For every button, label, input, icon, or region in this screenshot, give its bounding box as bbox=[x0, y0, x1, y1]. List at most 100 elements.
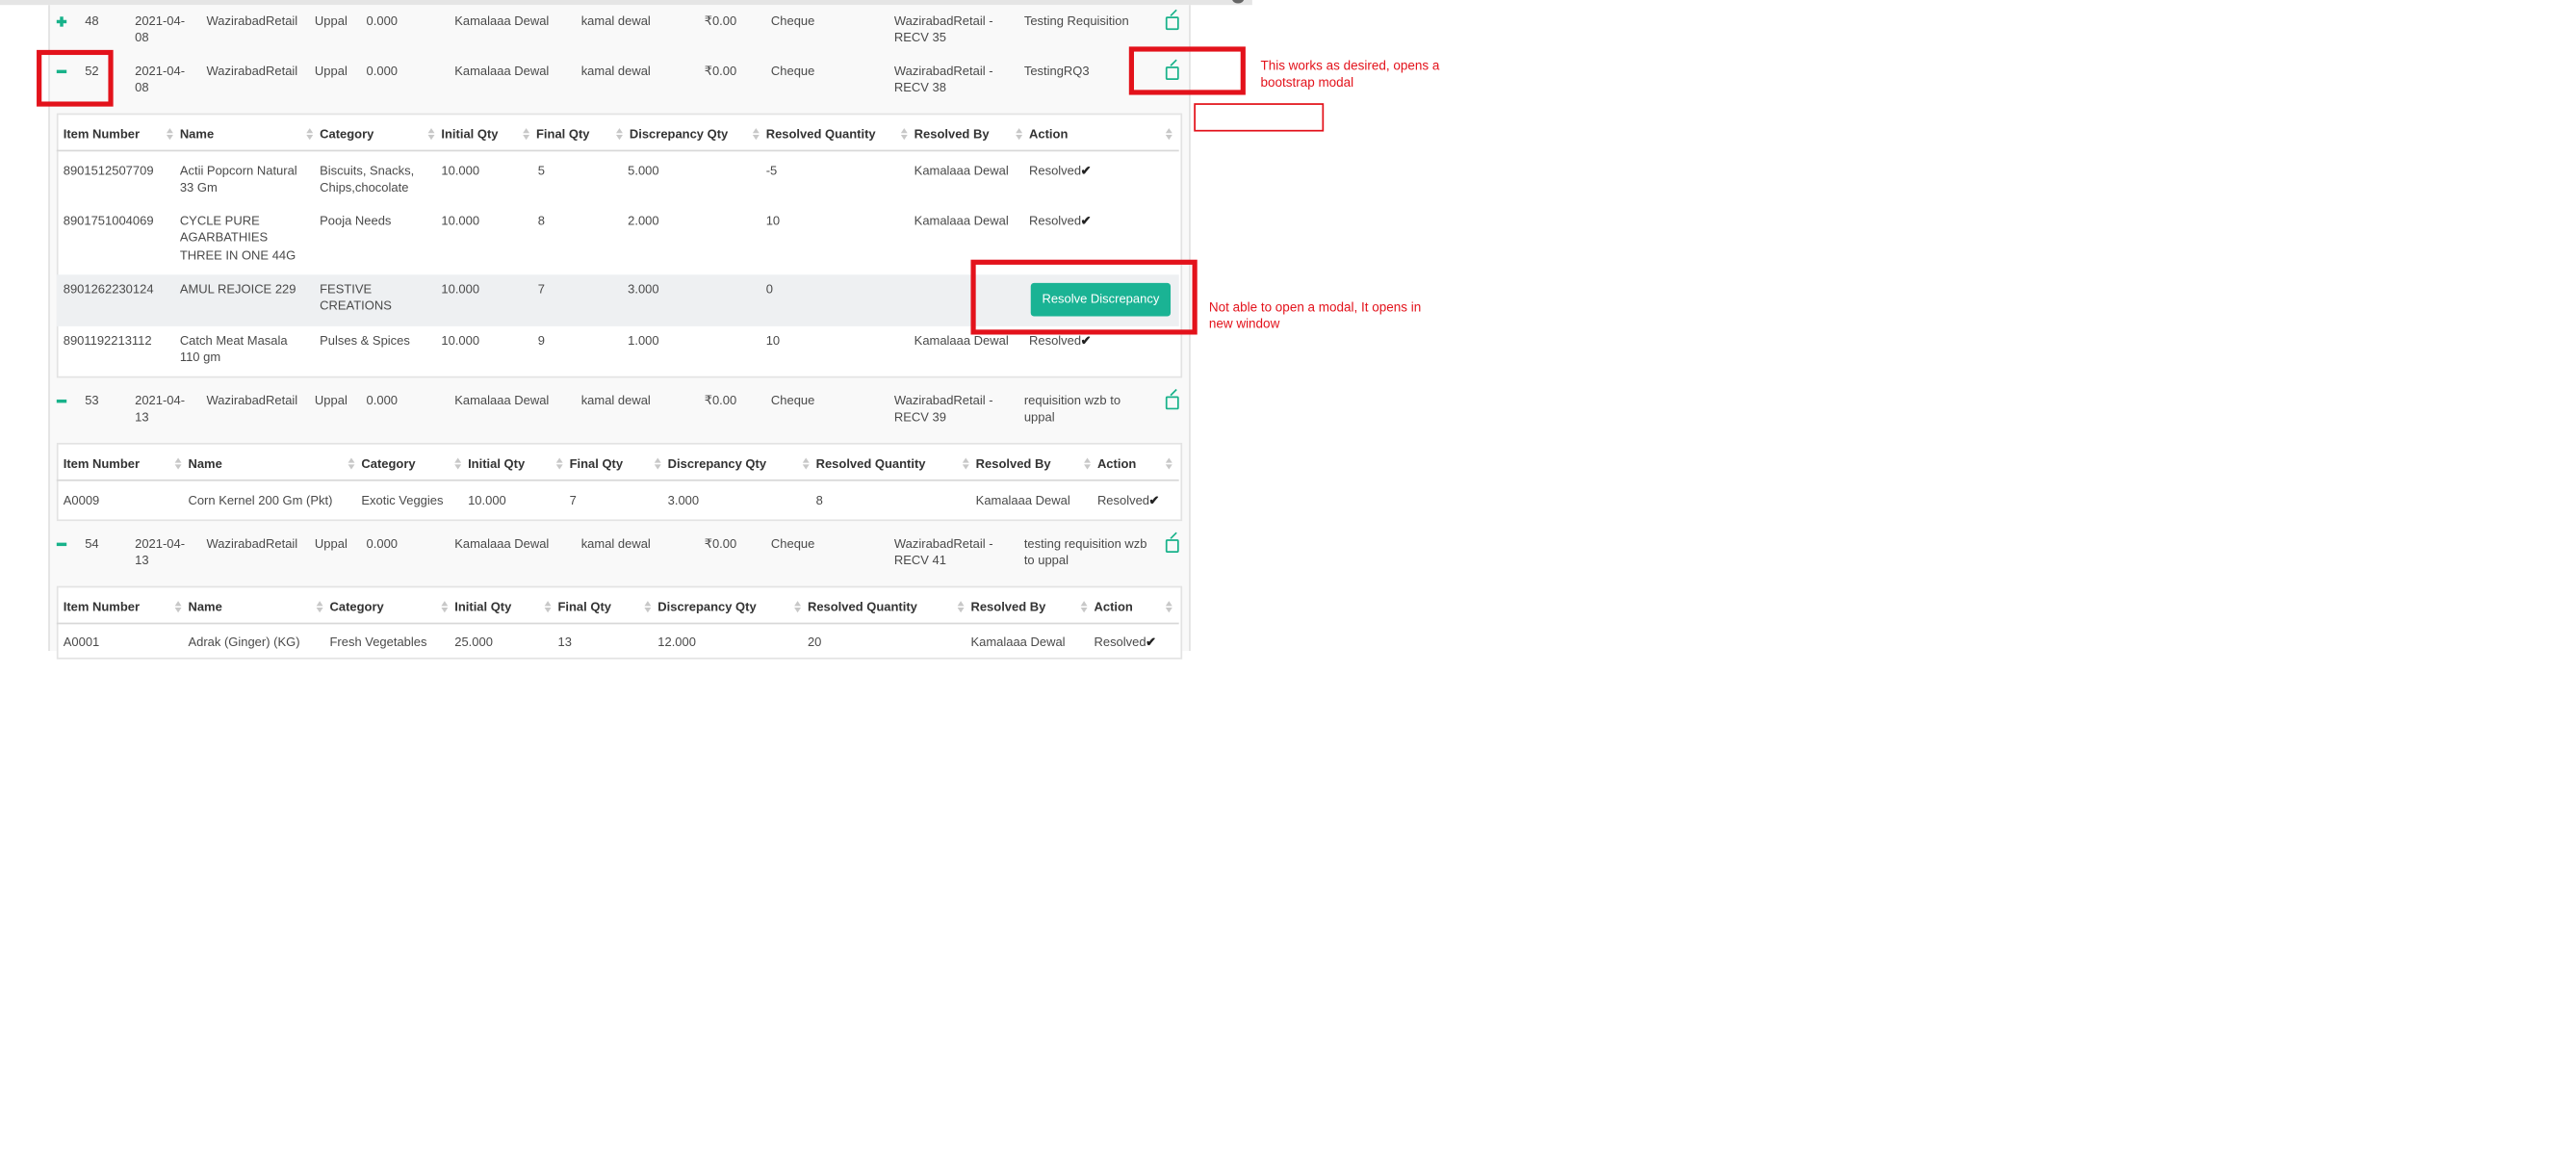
column-header-initial-qty[interactable]: Initial Qty bbox=[441, 126, 498, 143]
action-status: Resolved bbox=[1029, 332, 1082, 349]
column-header-action[interactable]: Action bbox=[1097, 456, 1136, 473]
sort-icon[interactable] bbox=[523, 128, 530, 141]
column-header-resolved-by[interactable]: Resolved By bbox=[914, 126, 990, 143]
requisition-date: 2021-04- bbox=[135, 535, 186, 552]
item-category: FESTIVE bbox=[320, 281, 373, 297]
highlight-collapse-toggle bbox=[37, 49, 114, 107]
subtable-header-divider bbox=[56, 622, 1179, 625]
column-header-initial-qty[interactable]: Initial Qty bbox=[454, 599, 511, 615]
sort-icon[interactable] bbox=[752, 128, 760, 141]
sort-icon[interactable] bbox=[957, 601, 965, 613]
user-name: kamal dewal bbox=[580, 535, 651, 552]
receive-ref: RECV 38 bbox=[893, 80, 946, 96]
requisition-date: 2021-04- bbox=[135, 13, 186, 29]
column-header-resolved-quantity[interactable]: Resolved Quantity bbox=[766, 126, 876, 143]
sort-icon[interactable] bbox=[174, 601, 182, 613]
collapse-row-icon[interactable] bbox=[56, 396, 67, 405]
approved-by: Kamalaaa Dewal bbox=[454, 13, 550, 29]
sort-icon[interactable] bbox=[454, 457, 462, 470]
to-store: Uppal bbox=[314, 535, 348, 552]
amount: ₹0.00 bbox=[704, 535, 737, 552]
remark: requisition wzb to bbox=[1023, 393, 1121, 408]
column-header-initial-qty[interactable]: Initial Qty bbox=[468, 456, 525, 473]
edit-icon[interactable] bbox=[1165, 16, 1179, 31]
resolved-qty: 0 bbox=[765, 281, 773, 297]
sort-icon[interactable] bbox=[1084, 457, 1092, 470]
requisition-qty: 0.000 bbox=[366, 393, 399, 408]
item-name: 110 gm bbox=[179, 350, 221, 366]
amount: ₹0.00 bbox=[704, 393, 737, 408]
sort-icon[interactable] bbox=[166, 128, 173, 141]
item-name: Actii Popcorn Natural bbox=[179, 163, 297, 178]
column-header-name[interactable]: Name bbox=[180, 126, 214, 143]
payment-mode: Cheque bbox=[770, 535, 815, 552]
sort-icon[interactable] bbox=[441, 601, 449, 613]
column-header-final-qty[interactable]: Final Qty bbox=[557, 599, 611, 615]
from-store: WazirabadRetail bbox=[206, 393, 298, 408]
sort-icon[interactable] bbox=[802, 457, 810, 470]
sort-icon[interactable] bbox=[174, 457, 182, 470]
column-header-item-number[interactable]: Item Number bbox=[64, 126, 140, 143]
sort-icon[interactable] bbox=[544, 601, 552, 613]
sort-icon[interactable] bbox=[644, 601, 652, 613]
sort-icon[interactable] bbox=[962, 457, 969, 470]
column-header-item-number[interactable]: Item Number bbox=[64, 599, 140, 615]
sort-icon[interactable] bbox=[1165, 457, 1172, 470]
column-header-action[interactable]: Action bbox=[1094, 599, 1132, 615]
resolved-qty: 8 bbox=[815, 492, 823, 508]
column-header-resolved-quantity[interactable]: Resolved Quantity bbox=[808, 599, 917, 615]
annotation-empty-box bbox=[1194, 103, 1325, 132]
sort-icon[interactable] bbox=[1165, 601, 1172, 613]
sort-icon[interactable] bbox=[794, 601, 802, 613]
column-header-category[interactable]: Category bbox=[361, 456, 415, 473]
column-header-discrepancy-qty[interactable]: Discrepancy Qty bbox=[657, 599, 756, 615]
subtable-header-divider bbox=[56, 479, 1179, 481]
initial-qty: 10.000 bbox=[441, 332, 480, 349]
item-name: 33 Gm bbox=[179, 180, 218, 195]
sort-icon[interactable] bbox=[316, 601, 323, 613]
sort-icon[interactable] bbox=[1080, 601, 1088, 613]
sort-icon[interactable] bbox=[306, 128, 314, 141]
sort-icon[interactable] bbox=[616, 128, 623, 141]
column-header-resolved-by[interactable]: Resolved By bbox=[970, 599, 1045, 615]
sort-icon[interactable] bbox=[1165, 128, 1172, 141]
receive-ref: WazirabadRetail - bbox=[893, 535, 993, 552]
sort-icon[interactable] bbox=[654, 457, 661, 470]
column-header-name[interactable]: Name bbox=[188, 599, 221, 615]
expand-row-icon[interactable] bbox=[56, 16, 67, 27]
edit-icon[interactable] bbox=[1165, 396, 1179, 410]
requisition-qty: 0.000 bbox=[366, 63, 399, 79]
requisition-date: 13 bbox=[135, 409, 149, 426]
collapse-row-icon[interactable] bbox=[56, 539, 67, 549]
item-number: A0001 bbox=[63, 634, 100, 650]
sort-icon[interactable] bbox=[427, 128, 435, 141]
column-header-final-qty[interactable]: Final Qty bbox=[570, 456, 624, 473]
resolved-by: Kamalaaa Dewal bbox=[914, 213, 1009, 228]
column-header-discrepancy-qty[interactable]: Discrepancy Qty bbox=[630, 126, 728, 143]
column-header-item-number[interactable]: Item Number bbox=[64, 456, 140, 473]
requisition-qty: 0.000 bbox=[366, 13, 399, 29]
column-header-discrepancy-qty[interactable]: Discrepancy Qty bbox=[668, 456, 766, 473]
column-header-category[interactable]: Category bbox=[320, 126, 374, 143]
column-header-action[interactable]: Action bbox=[1029, 126, 1068, 143]
item-number: 8901192213112 bbox=[63, 332, 152, 349]
resolved-by: Kamalaaa Dewal bbox=[970, 634, 1066, 650]
edit-icon[interactable] bbox=[1165, 539, 1179, 553]
column-header-resolved-by[interactable]: Resolved By bbox=[976, 456, 1051, 473]
remark: to uppal bbox=[1023, 553, 1069, 569]
column-header-category[interactable]: Category bbox=[330, 599, 384, 615]
receive-ref: WazirabadRetail - bbox=[893, 13, 993, 29]
sort-icon[interactable] bbox=[555, 457, 563, 470]
item-name: Corn Kernel 200 Gm (Pkt) bbox=[188, 492, 333, 508]
sort-icon[interactable] bbox=[900, 128, 908, 141]
check-icon: ✔ bbox=[1080, 213, 1092, 228]
sort-icon[interactable] bbox=[1016, 128, 1023, 141]
requisition-id: 48 bbox=[85, 13, 99, 29]
column-header-final-qty[interactable]: Final Qty bbox=[536, 126, 590, 143]
column-header-name[interactable]: Name bbox=[188, 456, 221, 473]
column-header-resolved-quantity[interactable]: Resolved Quantity bbox=[816, 456, 926, 473]
resolved-qty: -5 bbox=[765, 163, 778, 178]
to-store: Uppal bbox=[314, 13, 348, 29]
discrepancy-qty: 5.000 bbox=[628, 163, 659, 178]
sort-icon[interactable] bbox=[348, 457, 355, 470]
